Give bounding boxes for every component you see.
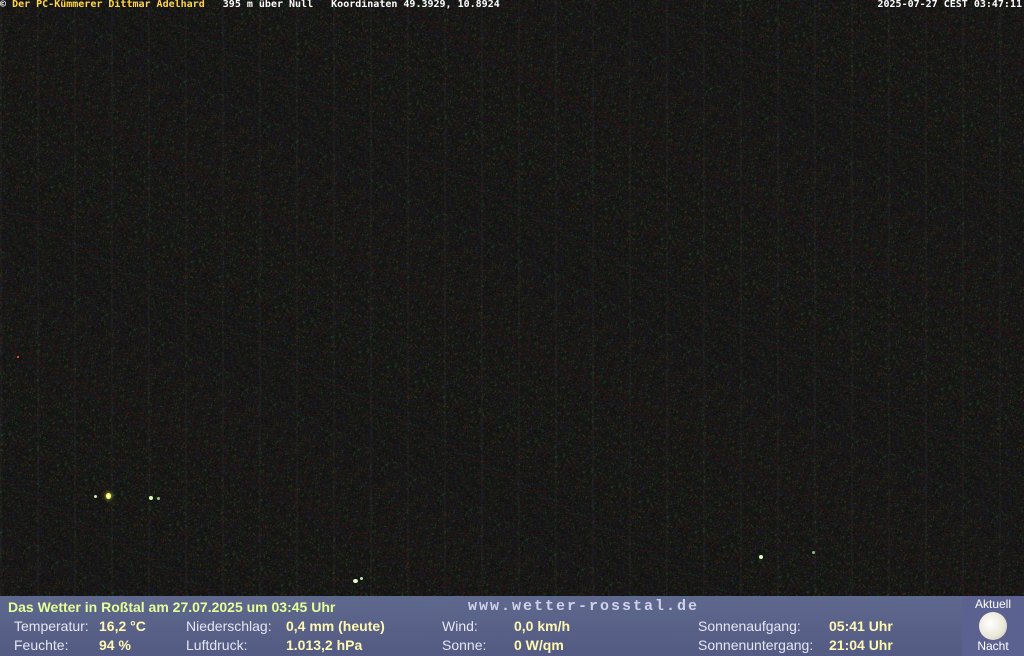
light-7 bbox=[759, 555, 763, 559]
moon-phase-box: Aktuell Nacht bbox=[962, 596, 1024, 656]
light-3 bbox=[149, 496, 153, 500]
camera-timestamp: 2025-07-27 CEST 03:47:11 bbox=[877, 0, 1023, 10]
owner-name: Der PC-Kümmerer Dittmar Adelhard bbox=[12, 0, 205, 10]
website-link[interactable]: www.wetter-rosstal.de bbox=[468, 598, 699, 615]
light-5 bbox=[353, 579, 358, 583]
precipitation-label: Niederschlag: bbox=[186, 618, 272, 634]
night-sky-noise bbox=[0, 0, 1024, 596]
sunset-value: 21:04 Uhr bbox=[829, 637, 893, 653]
sun-label: Sonne: bbox=[442, 637, 487, 653]
copyright-icon: © bbox=[0, 0, 7, 10]
weather-title: Das Wetter in Roßtal am 27.07.2025 um 03… bbox=[8, 599, 336, 615]
humidity-value: 94 % bbox=[99, 637, 131, 653]
camera-info-bar: © Der PC-Kümmerer Dittmar Adelhard 395 m… bbox=[0, 0, 1024, 11]
sunset-label: Sonnenuntergang: bbox=[698, 637, 814, 653]
sun-value: 0 W/qm bbox=[514, 637, 564, 653]
precipitation-value: 0,4 mm (heute) bbox=[286, 618, 385, 634]
sunrise-label: Sonnenaufgang: bbox=[698, 618, 801, 634]
pressure-value: 1.013,2 hPa bbox=[286, 637, 363, 653]
light-4 bbox=[157, 497, 160, 500]
light-6 bbox=[360, 577, 363, 580]
light-2 bbox=[94, 495, 97, 498]
weather-panel: Das Wetter in Roßtal am 27.07.2025 um 03… bbox=[0, 596, 1024, 656]
wind-label: Wind: bbox=[442, 618, 478, 634]
camera-info-left: © Der PC-Kümmerer Dittmar Adelhard 395 m… bbox=[0, 0, 500, 10]
light-1 bbox=[106, 493, 111, 499]
temperature-value: 16,2 °C bbox=[99, 618, 146, 634]
pressure-label: Luftdruck: bbox=[186, 637, 248, 653]
moon-top-label: Aktuell bbox=[974, 597, 1012, 611]
humidity-label: Feuchte: bbox=[14, 637, 69, 653]
sunrise-value: 05:41 Uhr bbox=[829, 618, 893, 634]
moon-bottom-label: Nacht bbox=[977, 639, 1009, 653]
light-8 bbox=[812, 551, 815, 554]
webcam-image: © Der PC-Kümmerer Dittmar Adelhard 395 m… bbox=[0, 0, 1024, 656]
light-9 bbox=[17, 356, 19, 358]
altitude: 395 m über Null bbox=[222, 0, 314, 10]
coordinates: Koordinaten 49.3929, 10.8924 bbox=[331, 0, 500, 10]
moon-icon bbox=[979, 612, 1007, 640]
temperature-label: Temperatur: bbox=[14, 618, 89, 634]
wind-value: 0,0 km/h bbox=[514, 618, 571, 634]
